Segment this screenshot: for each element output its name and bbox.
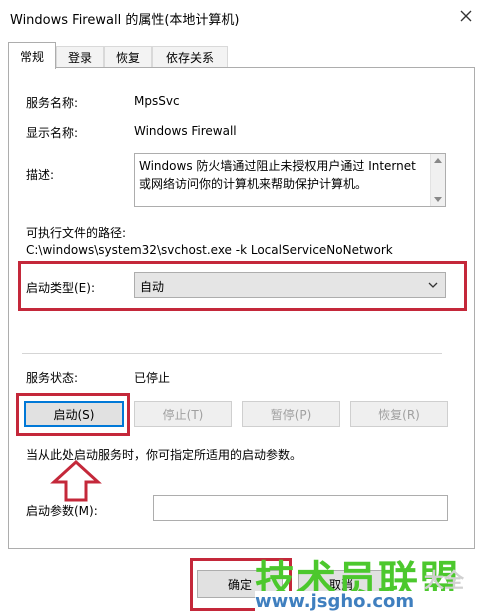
scroll-up-icon[interactable] [434, 158, 442, 163]
tab-label: 依存关系 [165, 51, 214, 65]
startup-type-value: 自动 [140, 280, 165, 294]
stop-button[interactable]: 停止(T) [134, 401, 232, 427]
exe-path-label: 可执行文件的路径: [26, 226, 127, 240]
pause-button-label: 暂停(P) [270, 407, 312, 422]
chevron-down-icon [428, 282, 438, 288]
arrow-up-icon [50, 460, 102, 502]
tab-strip: 常规 登录 恢复 依存关系 [8, 42, 478, 69]
description-label: 描述: [26, 168, 55, 182]
ok-button-label: 确定 [227, 577, 252, 592]
tab-label: 恢复 [115, 51, 140, 65]
tab-label: 登录 [67, 51, 92, 65]
window-title: Windows Firewall 的属性(本地计算机) [10, 13, 240, 28]
watermark-side-text: 大全 [424, 568, 464, 592]
tab-logon[interactable]: 登录 [56, 46, 104, 68]
stop-button-label: 停止(T) [162, 407, 204, 422]
watermark-url: www.jsgho.com [255, 591, 480, 612]
display-name-value: Windows Firewall [134, 124, 237, 138]
separator [22, 353, 442, 354]
resume-button-label: 恢复(R) [378, 407, 420, 422]
description-text: Windows 防火墙通过阻止未授权用户通过 Internet 或网络访问你的计… [139, 159, 416, 191]
service-name-label: 服务名称: [26, 96, 79, 110]
service-name-value: MpsSvc [134, 94, 180, 108]
service-status-label: 服务状态: [26, 371, 79, 385]
close-icon [460, 10, 472, 22]
pause-button[interactable]: 暂停(P) [242, 401, 340, 427]
scroll-down-icon[interactable] [434, 197, 442, 202]
description-scrollbar[interactable] [430, 154, 445, 206]
tab-dependencies[interactable]: 依存关系 [152, 46, 228, 68]
start-params-label: 启动参数(M): [26, 504, 98, 518]
tab-recovery[interactable]: 恢复 [104, 46, 152, 68]
description-box[interactable]: Windows 防火墙通过阻止未授权用户通过 Internet 或网络访问你的计… [134, 153, 446, 207]
start-button-label: 启动(S) [53, 407, 95, 422]
exe-path-value: C:\windows\system32\svchost.exe -k Local… [26, 243, 393, 257]
display-name-label: 显示名称: [26, 126, 79, 140]
close-button[interactable] [452, 4, 480, 28]
service-status-value: 已停止 [134, 371, 171, 385]
resume-button[interactable]: 恢复(R) [350, 401, 448, 427]
title-bar: Windows Firewall 的属性(本地计算机) [0, 0, 483, 34]
start-button[interactable]: 启动(S) [24, 401, 124, 427]
tab-general[interactable]: 常规 [8, 42, 56, 69]
startup-type-select[interactable]: 自动 [134, 272, 446, 298]
start-params-input[interactable] [153, 495, 448, 521]
startup-type-label: 启动类型(E): [26, 281, 95, 295]
tab-label: 常规 [19, 49, 44, 64]
